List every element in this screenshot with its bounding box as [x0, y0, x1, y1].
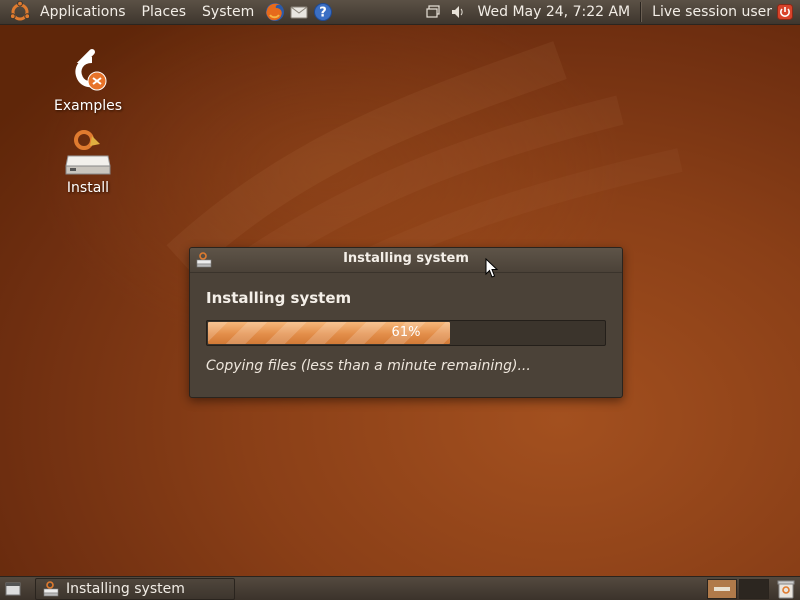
taskbar-button-label: Installing system: [66, 581, 185, 597]
dialog-titlebar[interactable]: Installing system: [190, 248, 622, 273]
desktop-icon-install[interactable]: Install: [40, 130, 136, 196]
clock[interactable]: Wed May 24, 7:22 AM: [470, 0, 641, 24]
firefox-icon[interactable]: [264, 1, 286, 23]
install-icon: [60, 130, 116, 178]
mail-icon[interactable]: [288, 1, 310, 23]
mouse-cursor-icon: [485, 258, 499, 278]
user-menu[interactable]: Live session user: [642, 0, 776, 24]
progress-status: Copying files (less than a minute remain…: [206, 358, 531, 374]
dialog-heading: Installing system: [206, 289, 352, 307]
workspace-2[interactable]: [739, 579, 769, 599]
top-panel: Applications Places System ? Wed May 24,…: [0, 0, 800, 25]
menu-places[interactable]: Places: [134, 0, 195, 24]
power-icon[interactable]: [776, 3, 794, 21]
taskbar-button-installer[interactable]: Installing system: [35, 578, 235, 600]
desktop-icon-examples[interactable]: Examples: [40, 48, 136, 114]
progress-percent: 61%: [391, 325, 421, 340]
show-desktop-icon[interactable]: [3, 579, 23, 599]
ubuntu-logo-icon[interactable]: [8, 0, 32, 24]
network-icon[interactable]: [425, 3, 443, 21]
volume-icon[interactable]: [449, 3, 467, 21]
examples-icon: [60, 48, 116, 96]
svg-text:?: ?: [319, 6, 327, 21]
desktop-icon-label: Examples: [53, 98, 123, 114]
help-icon[interactable]: ?: [312, 1, 334, 23]
bottom-panel: Installing system: [0, 576, 800, 600]
menu-applications[interactable]: Applications: [32, 0, 134, 24]
menu-system[interactable]: System: [194, 0, 262, 24]
installer-task-icon: [42, 581, 60, 597]
desktop-icon-label: Install: [66, 180, 110, 196]
installer-dialog: Installing system Installing system 61% …: [189, 247, 623, 398]
dialog-title: Installing system: [343, 251, 469, 266]
trash-icon[interactable]: [775, 578, 797, 600]
workspace-1[interactable]: [707, 579, 737, 599]
progress-bar: 61%: [206, 320, 606, 346]
